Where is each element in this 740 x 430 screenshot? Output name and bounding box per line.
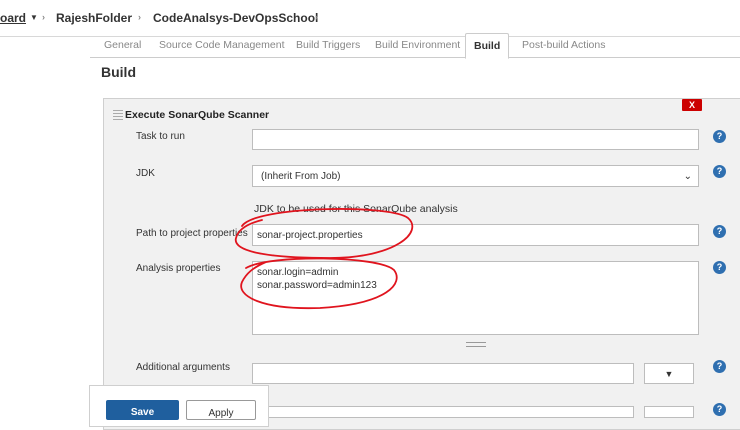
path-input[interactable]	[252, 224, 699, 246]
section-title: Build	[101, 64, 136, 80]
help-icon[interactable]: ?	[713, 225, 726, 238]
chevron-right-icon: ›	[315, 12, 318, 22]
expand-arguments-button[interactable]: ▼	[644, 363, 694, 384]
jdk-select[interactable]: (Inherit From Job) ⌄	[252, 165, 699, 187]
drag-handle-icon[interactable]	[113, 110, 123, 120]
chevron-down-icon: ⌄	[683, 170, 692, 182]
next-row-button[interactable]	[644, 406, 694, 418]
builder-title: Execute SonarQube Scanner	[125, 109, 270, 121]
help-icon[interactable]: ?	[713, 403, 726, 416]
tab-source-code-management[interactable]: Source Code Management	[159, 39, 285, 51]
save-button[interactable]: Save	[106, 400, 179, 420]
delete-builder-button[interactable]: X	[682, 99, 702, 111]
help-icon[interactable]: ?	[713, 360, 726, 373]
tab-general[interactable]: General	[104, 39, 141, 51]
jdk-selected-value: (Inherit From Job)	[261, 170, 341, 182]
help-icon[interactable]: ?	[713, 165, 726, 178]
tab-build-environment[interactable]: Build Environment	[375, 39, 460, 51]
tab-post-build-actions[interactable]: Post-build Actions	[522, 39, 605, 51]
breadcrumb: oard ▼ › RajeshFolder › CodeAnalsys-DevO…	[0, 0, 740, 37]
tab-build-triggers[interactable]: Build Triggers	[296, 39, 360, 51]
analysis-label: Analysis properties	[136, 263, 221, 274]
config-tabs: General Source Code Management Build Tri…	[90, 33, 740, 59]
tab-build[interactable]: Build	[465, 33, 510, 59]
chevron-right-icon: ›	[42, 12, 45, 22]
additional-input[interactable]	[252, 363, 634, 384]
additional-label: Additional arguments	[136, 362, 230, 373]
path-label: Path to project properties	[136, 228, 248, 239]
chevron-down-icon[interactable]: ▼	[30, 13, 38, 22]
task-input[interactable]	[252, 129, 699, 150]
task-label: Task to run	[136, 131, 185, 142]
breadcrumb-dashboard[interactable]: oard	[0, 11, 26, 25]
help-icon[interactable]: ?	[713, 130, 726, 143]
jdk-label: JDK	[136, 168, 155, 179]
breadcrumb-job[interactable]: CodeAnalsys-DevOpsSchool	[153, 11, 318, 25]
help-icon[interactable]: ?	[713, 261, 726, 274]
chevron-right-icon: ›	[138, 12, 141, 22]
jdk-hint: JDK to be used for this SonarQube analys…	[254, 203, 458, 215]
breadcrumb-folder[interactable]: RajeshFolder	[56, 11, 132, 25]
analysis-textarea[interactable]: sonar.login=admin sonar.password=admin12…	[252, 261, 699, 335]
next-row-input[interactable]	[252, 406, 634, 418]
apply-button[interactable]: Apply	[186, 400, 256, 420]
resize-grip[interactable]	[466, 342, 486, 347]
